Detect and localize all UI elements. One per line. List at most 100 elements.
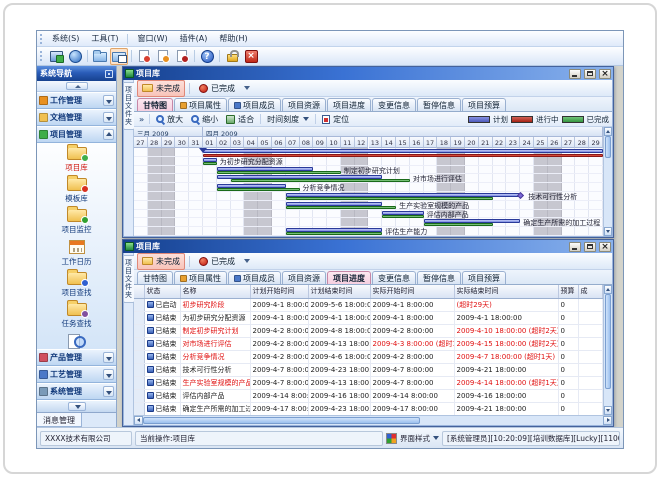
zoom-out-button[interactable]: 缩小: [188, 113, 221, 126]
filter-unfinished-button[interactable]: 未完成: [137, 253, 185, 270]
workstation-icon[interactable]: [47, 48, 65, 65]
menu-item-0[interactable]: 系统(S): [46, 31, 85, 46]
column-header[interactable]: 名称: [180, 285, 250, 298]
project-folder-tab[interactable]: 项目文件夹: [123, 82, 135, 130]
sidebar-group-toggle[interactable]: [103, 112, 114, 123]
tab-resources[interactable]: 项目资源: [282, 98, 326, 111]
scroll-track[interactable]: [604, 389, 612, 406]
scroll-thumb[interactable]: [143, 417, 420, 424]
task-actual-bar[interactable]: [203, 162, 217, 165]
column-header[interactable]: 计划开始时间: [250, 285, 308, 298]
tab-pauses[interactable]: 暂停信息: [417, 271, 461, 284]
close-button[interactable]: [599, 242, 611, 252]
scroll-left-arrow[interactable]: [134, 416, 143, 425]
table-row[interactable]: 已结束分析竞争情况2009-4-2 8:00:002009-4-6 18:00:…: [134, 350, 603, 363]
tab-properties[interactable]: 项目属性: [174, 271, 227, 284]
tab-budget[interactable]: 项目预算: [462, 271, 506, 284]
interface-style-dropdown[interactable]: 界面样式: [400, 433, 439, 444]
tab-members[interactable]: 项目成员: [228, 271, 281, 284]
minimize-button[interactable]: [569, 69, 581, 79]
table-row[interactable]: 已结束评估内部产品2009-4-14 8:00:002009-4-16 18:0…: [134, 389, 603, 402]
tab-progress[interactable]: 项目进度: [327, 271, 371, 284]
tab-members[interactable]: 项目成员: [228, 98, 281, 111]
scroll-right-arrow[interactable]: [603, 416, 612, 425]
sidebar-group-toggle[interactable]: [103, 95, 114, 106]
collapse-up-button[interactable]: [66, 82, 88, 90]
tab-properties[interactable]: 项目属性: [174, 98, 227, 111]
maximize-button[interactable]: [584, 242, 596, 252]
sidebar-item-project-doc-search[interactable]: 项目文档查找: [37, 332, 116, 349]
filter-unfinished-button[interactable]: 未完成: [137, 80, 185, 97]
column-header[interactable]: 实际开始时间: [370, 285, 454, 298]
sidebar-group-craft[interactable]: 工艺管理: [37, 366, 116, 383]
task-actual-bar[interactable]: [382, 215, 423, 218]
menu-item-5[interactable]: 帮助(H): [213, 31, 253, 46]
task-actual-bar[interactable]: [217, 171, 341, 174]
menu-item-1[interactable]: 工具(T): [85, 31, 124, 46]
sidebar-item-task-search[interactable]: 任务查找: [37, 301, 116, 332]
pin-icon[interactable]: [105, 70, 113, 78]
table-row[interactable]: 已结束确定生产所需的加工过程2009-4-17 8:00:002009-4-23…: [134, 402, 603, 415]
scroll-up-arrow[interactable]: [604, 285, 612, 294]
sidebar-item-project-search[interactable]: 项目查找: [37, 270, 116, 301]
column-header[interactable]: 预算: [558, 285, 578, 298]
minimize-button[interactable]: [569, 242, 581, 252]
sidebar-group-work[interactable]: 工作管理: [37, 92, 116, 109]
sidebar-item-template-library[interactable]: 模板库: [37, 176, 116, 207]
tab-changes[interactable]: 变更信息: [372, 98, 416, 111]
table-window-titlebar[interactable]: 项目库: [123, 240, 613, 253]
task-actual-bar[interactable]: [424, 223, 493, 226]
filter-finished-button[interactable]: 已完成: [194, 253, 240, 270]
locate-button[interactable]: 定位: [319, 113, 352, 126]
report-delete-icon[interactable]: [173, 48, 191, 65]
table-row[interactable]: 已启动初步研究阶段2009-4-1 8:00:002009-5-6 18:00:…: [134, 298, 603, 311]
report-red-icon[interactable]: [135, 48, 153, 65]
task-actual-bar[interactable]: [286, 197, 493, 200]
tab-pauses[interactable]: 暂停信息: [417, 98, 461, 111]
scroll-thumb[interactable]: [605, 136, 611, 158]
sidebar-item-work-calendar[interactable]: 工作日历: [37, 238, 116, 270]
table-horizontal-scrollbar[interactable]: [134, 415, 612, 425]
fit-button[interactable]: 适合: [223, 113, 257, 126]
tab-resources[interactable]: 项目资源: [282, 271, 326, 284]
more-filters-button[interactable]: [242, 83, 252, 93]
column-header[interactable]: 成: [578, 285, 603, 298]
web-icon[interactable]: [66, 48, 84, 65]
task-actual-bar[interactable]: [231, 179, 410, 182]
sidebar-group-toggle[interactable]: [103, 352, 114, 363]
menu-item-4[interactable]: 插件(A): [174, 31, 214, 46]
summary-plan-bar[interactable]: [203, 149, 603, 153]
summary-progress-bar[interactable]: [203, 154, 603, 157]
scroll-track[interactable]: [420, 416, 603, 425]
sidebar-item-project-library[interactable]: 项目库: [37, 145, 116, 176]
table-row[interactable]: 已结束为初步研究分配资源2009-4-1 8:00:002009-4-1 18:…: [134, 311, 603, 324]
scroll-track[interactable]: [604, 158, 612, 227]
table-row[interactable]: 已结束对市场进行评估2009-4-2 8:00:002009-4-13 18:0…: [134, 337, 603, 350]
toolbar-overflow-button[interactable]: »: [137, 115, 146, 124]
scroll-up-arrow[interactable]: [604, 127, 612, 136]
more-filters-button[interactable]: [242, 256, 252, 266]
tab-budget[interactable]: 项目预算: [462, 98, 506, 111]
gantt-window-titlebar[interactable]: 项目库: [123, 67, 613, 80]
sidebar-group-toggle[interactable]: [103, 386, 114, 397]
tab-changes[interactable]: 变更信息: [372, 271, 416, 284]
more-groups-button[interactable]: [68, 402, 86, 411]
gantt-vertical-scrollbar[interactable]: [603, 127, 612, 236]
task-actual-bar[interactable]: [286, 206, 396, 209]
lock-icon[interactable]: [223, 48, 241, 65]
task-plan-bar[interactable]: [382, 211, 423, 215]
sidebar-group-toggle[interactable]: [103, 369, 114, 380]
maximize-button[interactable]: [584, 69, 596, 79]
tab-message-management[interactable]: 消息管理: [37, 413, 82, 427]
exit-icon[interactable]: [242, 48, 260, 65]
tab-gantt[interactable]: 甘特图: [137, 98, 173, 111]
project-explorer-icon[interactable]: [110, 48, 128, 65]
sidebar-group-system[interactable]: 系统管理: [37, 383, 116, 400]
task-actual-bar[interactable]: [217, 188, 300, 191]
sidebar-group-toggle[interactable]: [103, 129, 114, 140]
scroll-thumb[interactable]: [605, 294, 611, 389]
sidebar-group-document[interactable]: 文档管理: [37, 109, 116, 126]
tab-progress[interactable]: 项目进度: [327, 98, 371, 111]
open-folder-icon[interactable]: [91, 48, 109, 65]
report-orange-icon[interactable]: [154, 48, 172, 65]
